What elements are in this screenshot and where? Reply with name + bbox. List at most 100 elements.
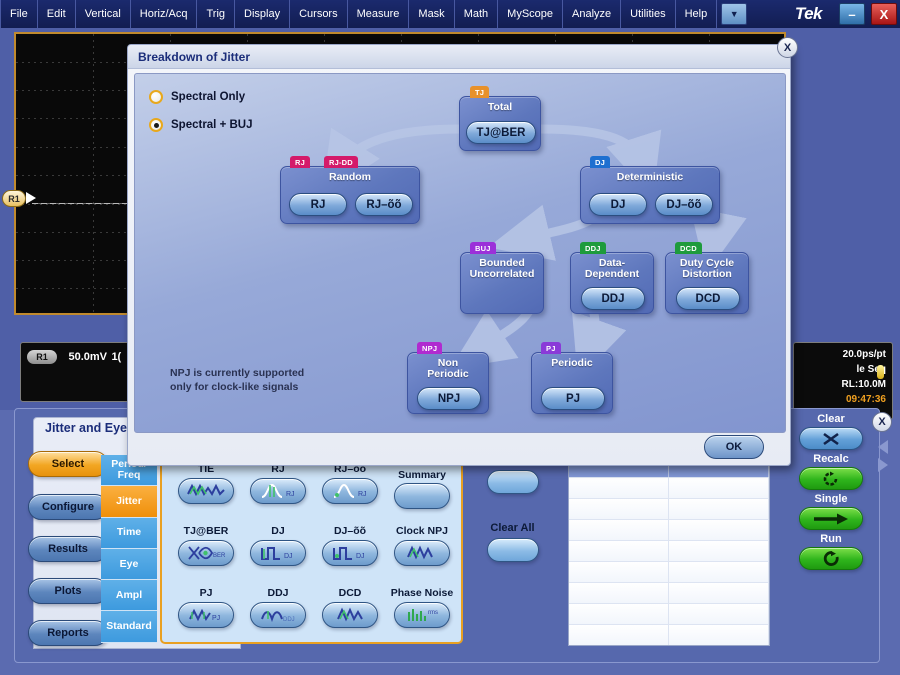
clear-selected-button[interactable] — [487, 470, 539, 494]
node-periodic: PJ Periodic PJ — [531, 352, 613, 414]
sidebar-item-results[interactable]: Results — [28, 536, 108, 562]
dj-waveform-icon[interactable]: DJ — [250, 540, 306, 566]
node-deterministic-title: Deterministic — [581, 167, 719, 183]
node-buj-title: Bounded Uncorrelated — [461, 253, 543, 280]
clock-npj-icon[interactable] — [394, 540, 450, 566]
tab-eye[interactable]: Eye — [101, 549, 157, 580]
node-total-title: Total — [460, 97, 540, 113]
jitter-summary-icon[interactable] — [394, 483, 450, 509]
table-row[interactable] — [569, 603, 769, 624]
button-dcd[interactable]: DCD — [676, 287, 740, 310]
recalc-button[interactable] — [799, 467, 863, 490]
menu-item-file[interactable]: File — [0, 0, 38, 28]
pj-waveform-icon[interactable]: PJ — [178, 602, 234, 628]
tie-waveform-icon[interactable] — [178, 478, 234, 504]
table-row[interactable] — [569, 561, 769, 582]
dcd-waveform-icon[interactable] — [322, 602, 378, 628]
next-arrow-icon[interactable] — [878, 458, 888, 472]
tab-standard[interactable]: Standard — [101, 611, 157, 642]
minimize-button[interactable]: – — [839, 3, 865, 25]
button-pj[interactable]: PJ — [541, 387, 605, 410]
button-ddj[interactable]: DDJ — [581, 287, 645, 310]
ok-button[interactable]: OK — [704, 435, 764, 459]
oscilloscope-screen: File Edit Vertical Horiz/Acq Trig Displa… — [0, 0, 900, 675]
table-row[interactable] — [569, 582, 769, 603]
radio-icon[interactable] — [149, 90, 163, 104]
tab-ampl[interactable]: Ampl — [101, 580, 157, 611]
radio-spectral-plus-buj[interactable]: Spectral + BUJ — [149, 118, 253, 132]
menu-item-myscope[interactable]: MyScope — [498, 0, 563, 28]
table-row[interactable] — [569, 540, 769, 561]
clear-all-button[interactable] — [487, 538, 539, 562]
tab-time[interactable]: Time — [101, 518, 157, 549]
run-button[interactable] — [799, 547, 863, 570]
menu-item-help[interactable]: Help — [676, 0, 718, 28]
button-npj[interactable]: NPJ — [417, 387, 481, 410]
tab-jitter[interactable]: Jitter — [101, 486, 157, 517]
sidebar-item-select[interactable]: Select — [28, 451, 108, 477]
sidebar-item-configure[interactable]: Configure — [28, 494, 108, 520]
trigger-state-indicator-icon — [877, 365, 884, 379]
table-row[interactable] — [569, 519, 769, 540]
button-rj[interactable]: RJ — [289, 193, 347, 216]
rj-waveform-icon[interactable]: RJ — [250, 478, 306, 504]
single-button[interactable] — [799, 507, 863, 530]
phase-noise-icon[interactable]: rms — [394, 602, 450, 628]
clear-acq-button[interactable] — [799, 427, 863, 450]
measurement-label: DJ–õõ — [314, 526, 386, 538]
menu-item-mask[interactable]: Mask — [409, 0, 454, 28]
results-table[interactable] — [568, 456, 770, 646]
rj-dd-waveform-icon[interactable]: RJ — [322, 478, 378, 504]
menu-item-trig[interactable]: Trig — [197, 0, 235, 28]
menu-item-measure[interactable]: Measure — [348, 0, 410, 28]
button-dj[interactable]: DJ — [589, 193, 647, 216]
ddj-waveform-icon[interactable]: DDJ — [250, 602, 306, 628]
button-dj-dd[interactable]: DJ–õõ — [655, 193, 713, 216]
menu-item-horiz-acq[interactable]: Horiz/Acq — [131, 0, 198, 28]
table-row[interactable] — [569, 477, 769, 498]
subtab-column: Period/ Freq Jitter Time Eye Ampl Standa… — [101, 455, 157, 643]
node-random-tag-rj: RJ — [290, 156, 310, 168]
radio-spectral-only[interactable]: Spectral Only — [149, 90, 245, 104]
nav-label: Reports — [47, 627, 89, 639]
close-button[interactable]: X — [871, 3, 897, 25]
clear-all-label: Clear All — [465, 522, 560, 534]
menu-item-display[interactable]: Display — [235, 0, 290, 28]
sidebar-item-plots[interactable]: Plots — [28, 578, 108, 604]
node-bounded-uncorrelated: BUJ Bounded Uncorrelated — [460, 252, 544, 314]
measurement-label: PJ — [170, 588, 242, 600]
svg-text:DJ: DJ — [356, 553, 365, 560]
measurement-label: DDJ — [242, 588, 314, 600]
menu-item-vertical[interactable]: Vertical — [76, 0, 131, 28]
radio-label: Spectral + BUJ — [171, 119, 253, 131]
tj-ber-eye-icon[interactable]: BER — [178, 540, 234, 566]
dj-dd-waveform-icon[interactable]: DJ — [322, 540, 378, 566]
prev-arrow-icon[interactable] — [878, 440, 888, 454]
node-npj-tag: NPJ — [417, 342, 442, 354]
button-tj-at-ber[interactable]: TJ@BER — [466, 121, 536, 144]
svg-text:rms: rms — [428, 610, 438, 616]
table-row[interactable] — [569, 624, 769, 645]
panel-close-button[interactable]: X — [872, 412, 892, 432]
dialog-footer: OK — [128, 431, 790, 465]
button-rj-dd[interactable]: RJ–õõ — [355, 193, 413, 216]
readout-scale: 50.0mV — [68, 351, 107, 363]
x-icon — [820, 431, 842, 447]
sidebar-item-reports[interactable]: Reports — [28, 620, 108, 646]
radio-icon[interactable] — [149, 118, 163, 132]
menu-item-cursors[interactable]: Cursors — [290, 0, 348, 28]
node-deterministic: DJ Deterministic DJ DJ–õõ — [580, 166, 720, 224]
tab-label: Eye — [120, 559, 139, 570]
chevron-down-icon[interactable]: ▼ — [721, 3, 747, 25]
node-deterministic-tag: DJ — [590, 156, 610, 168]
table-row[interactable] — [569, 498, 769, 519]
dialog-body: Spectral Only Spectral + BUJ TJ Total TJ… — [134, 73, 786, 433]
dialog-close-button[interactable]: X — [777, 37, 798, 58]
menu-item-math[interactable]: Math — [455, 0, 498, 28]
menu-item-edit[interactable]: Edit — [38, 0, 76, 28]
menu-item-utilities[interactable]: Utilities — [621, 0, 675, 28]
loop-icon — [821, 551, 841, 567]
menu-item-analyze[interactable]: Analyze — [563, 0, 621, 28]
nav-label: Select — [52, 458, 84, 470]
reference-level-badge[interactable]: R1 — [2, 190, 26, 207]
